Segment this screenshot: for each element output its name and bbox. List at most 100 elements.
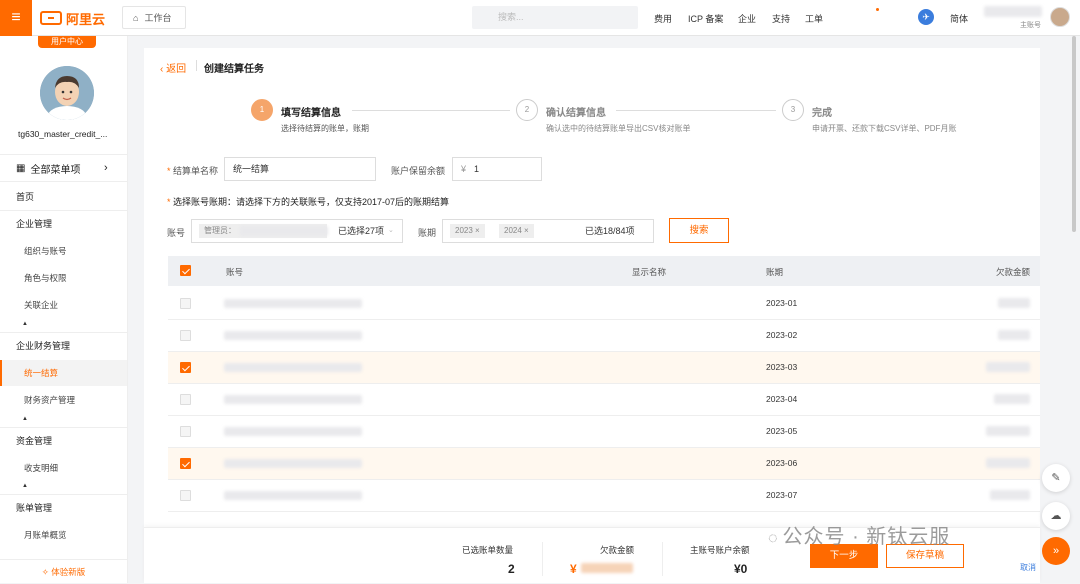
user-center-badge: 用户中心 xyxy=(38,36,96,48)
aliyun-logo[interactable]: 阿里云 xyxy=(40,9,105,27)
period-select[interactable]: 2023 × 2024 × 已选18/84项 xyxy=(442,219,654,243)
account-name-blurred xyxy=(984,6,1042,17)
back-link[interactable]: ‹ 返回 xyxy=(160,60,186,75)
language-switch[interactable]: 简体 xyxy=(950,12,968,25)
menu-bill-mgmt[interactable]: 账单管理 xyxy=(0,495,127,521)
debt-blurred xyxy=(990,490,1030,500)
nav-ticket[interactable]: 工单 xyxy=(805,12,823,25)
close-icon[interactable]: × xyxy=(524,226,529,235)
spark-icon: ✧ xyxy=(41,567,52,577)
debt-amount-label: 欠款金额 xyxy=(600,545,635,555)
table-row[interactable]: 2023-06 xyxy=(168,448,1040,480)
nav-icp[interactable]: ICP 备案 xyxy=(688,12,723,25)
try-new-version-link[interactable]: ✧ 体验新版 xyxy=(0,559,127,583)
menu-org-accounts[interactable]: 组织与账号 xyxy=(0,238,127,264)
search-button[interactable]: 搜索 xyxy=(669,218,729,243)
close-icon[interactable]: × xyxy=(475,226,480,235)
period-selected-count: 已选18/84项 xyxy=(585,226,635,236)
chevron-right-icon: › xyxy=(104,162,108,174)
menu-financial-assets[interactable]: 财务资产管理 xyxy=(0,387,127,413)
menu-home[interactable]: 首页 xyxy=(0,184,127,210)
row-checkbox[interactable] xyxy=(180,298,191,309)
col-debt: 欠款金额 xyxy=(996,267,1031,277)
nav-enterprise[interactable]: 企业 xyxy=(738,12,756,25)
aliyun-logo-icon xyxy=(40,11,62,25)
page-title: 创建结算任务 xyxy=(204,64,264,75)
row-period: 2023-04 xyxy=(766,394,798,404)
collapse-caret-icon[interactable]: ▲ xyxy=(22,321,28,327)
table-row[interactable]: 2023-04 xyxy=(168,384,1040,416)
profile-avatar[interactable] xyxy=(40,66,94,120)
chat-icon[interactable]: ☁ xyxy=(1042,502,1070,530)
row-period: 2023-06 xyxy=(766,458,798,468)
row-checkbox[interactable] xyxy=(180,426,191,437)
account-blurred xyxy=(224,427,362,436)
username: tg630_master_credit_... xyxy=(18,129,108,139)
hamburger-menu-icon[interactable]: ≡ xyxy=(0,0,32,36)
reserve-balance-label: 账户保留余额 xyxy=(391,166,446,176)
table-row[interactable]: 2023-05 xyxy=(168,416,1040,448)
all-menu-toggle[interactable]: ▦ 全部菜单项 › xyxy=(0,154,128,182)
row-checkbox[interactable] xyxy=(180,330,191,341)
workspace-tab[interactable]: ⌂ 工作台 xyxy=(122,6,186,29)
row-checkbox[interactable] xyxy=(180,362,191,373)
step-2-title: 确认结算信息 xyxy=(546,108,606,119)
menu-unified-settlement[interactable]: 统一结算 xyxy=(0,360,127,386)
grid-icon: ▦ xyxy=(16,162,26,174)
debt-blurred xyxy=(986,426,1030,436)
nav-fee[interactable]: 费用 xyxy=(654,12,672,25)
reserve-balance-input[interactable]: ¥1 xyxy=(452,157,542,181)
expand-double-chevron-icon[interactable]: » xyxy=(1042,537,1070,565)
settlement-name-input[interactable]: 统一结算 xyxy=(224,157,376,181)
cancel-link[interactable]: 取消 xyxy=(1020,562,1036,573)
step-connector xyxy=(352,110,510,111)
debt-blurred xyxy=(998,298,1030,308)
debt-blurred xyxy=(998,330,1030,340)
account-select[interactable]: 管理员： 已选择27项 ⌄ xyxy=(191,219,403,243)
search-input[interactable]: 搜索... xyxy=(472,6,638,29)
account-label: 账号 xyxy=(167,228,186,238)
page-scrollbar[interactable] xyxy=(1072,36,1076,232)
table-row[interactable]: 2023-03 xyxy=(168,352,1040,384)
menu-finance-mgmt[interactable]: 企业财务管理 xyxy=(0,333,127,359)
user-avatar-icon[interactable] xyxy=(1050,7,1070,27)
menu-monthly-bill[interactable]: 月账单概览 xyxy=(0,522,127,548)
main-balance-label: 主账号账户余额 xyxy=(690,545,750,555)
collapse-caret-icon[interactable]: ▲ xyxy=(22,483,28,489)
menu-roles[interactable]: 角色与权限 xyxy=(0,265,127,291)
table-row[interactable]: 2023-01 xyxy=(168,288,1040,320)
menu-enterprise-mgmt[interactable]: 企业管理 xyxy=(0,211,127,237)
select-all-checkbox[interactable] xyxy=(180,265,191,276)
step-1-desc: 选择待结算的账单，账期 xyxy=(281,124,369,133)
table-row[interactable]: 2023-07 xyxy=(168,480,1040,512)
step-2-circle: 2 xyxy=(516,99,538,121)
account-selected-count: 已选择27项 xyxy=(338,226,385,236)
step-3-title: 完成 xyxy=(812,108,832,119)
table-header: 账号 显示名称 账期 欠款金额 xyxy=(168,256,1040,286)
collapse-caret-icon[interactable]: ▲ xyxy=(22,416,28,422)
menu-income-expense[interactable]: 收支明细 xyxy=(0,455,127,481)
row-period: 2023-05 xyxy=(766,426,798,436)
row-period: 2023-03 xyxy=(766,362,798,372)
row-checkbox[interactable] xyxy=(180,394,191,405)
menu-linked-enterprise[interactable]: 关联企业 xyxy=(0,292,127,318)
nav-support[interactable]: 支持 xyxy=(772,12,790,25)
account-chip-blurred xyxy=(240,226,328,236)
account-blurred xyxy=(224,395,362,404)
assistant-icon[interactable]: ✈ xyxy=(918,9,934,25)
footer-divider xyxy=(662,542,663,576)
step-3-desc: 申请开票、还款下载CSV详单、PDF月账 xyxy=(812,124,957,133)
account-blurred xyxy=(224,491,362,500)
wechat-watermark: ◌ 公众号 · 新钛云服 xyxy=(768,526,951,548)
period-chip-2023[interactable]: 2023 × xyxy=(450,224,485,238)
wechat-icon: ◌ xyxy=(768,530,779,547)
debt-blurred xyxy=(994,394,1030,404)
row-period: 2023-07 xyxy=(766,490,798,500)
row-checkbox[interactable] xyxy=(180,490,191,501)
row-checkbox[interactable] xyxy=(180,458,191,469)
menu-fund-mgmt[interactable]: 资金管理 xyxy=(0,428,127,454)
edit-icon[interactable]: ✎ xyxy=(1042,464,1070,492)
notification-dot xyxy=(876,8,879,11)
period-chip-2024[interactable]: 2024 × xyxy=(499,224,534,238)
table-row[interactable]: 2023-02 xyxy=(168,320,1040,352)
